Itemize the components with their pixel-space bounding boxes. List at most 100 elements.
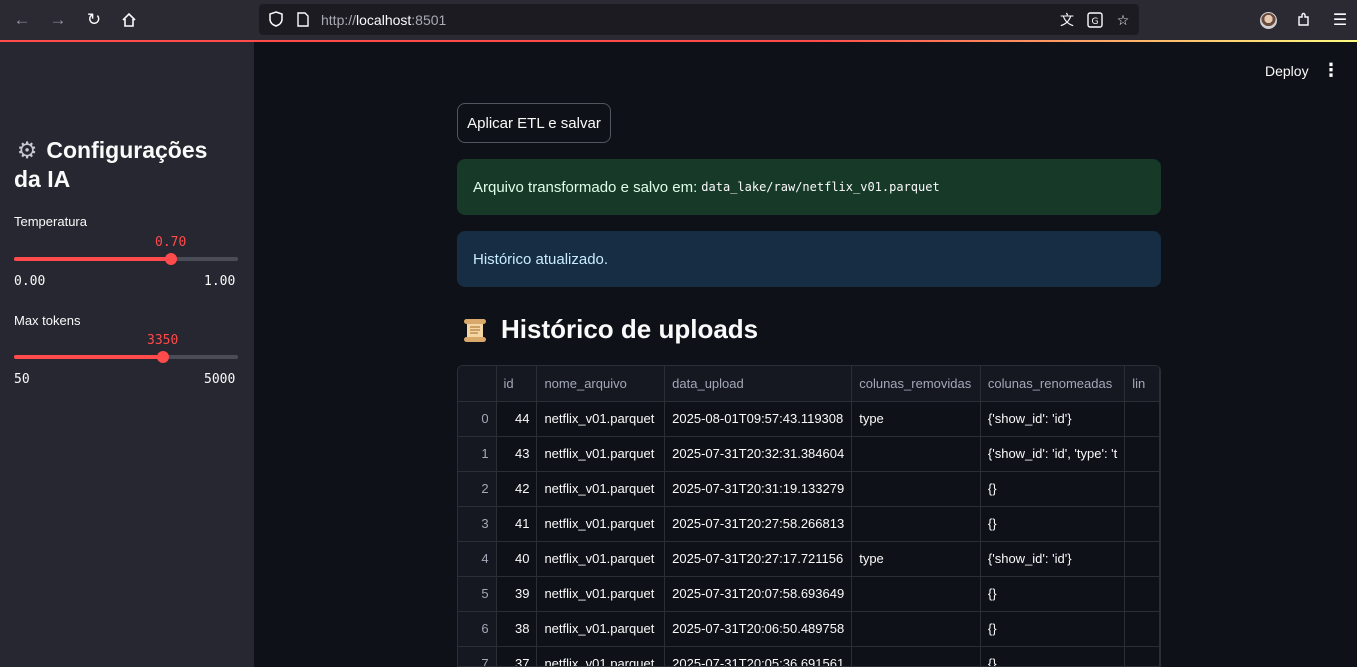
temperature-slider[interactable] [14,253,238,265]
info-alert: Histórico atualizado. [457,231,1161,287]
column-header[interactable] [458,366,497,402]
page-icon[interactable] [294,10,312,28]
table-cell[interactable]: 44 [496,401,538,437]
max-tokens-slider[interactable] [14,351,238,363]
translate-icon[interactable]: 文 [1057,10,1077,30]
bookmark-star-icon[interactable]: ☆ [1113,10,1133,30]
table-cell[interactable]: netflix_v01.parquet [536,471,666,507]
browser-toolbar: ← → ↻ http://localhost:8501 文 G ☆ ☰ [0,0,1357,40]
column-header[interactable]: id [496,366,538,402]
table-row[interactable]: 2 42 netflix_v01.parquet 2025-07-31T20:31:1… [458,471,1160,507]
gear-icon: ⚙ [16,137,38,163]
table-row[interactable]: 1 43 netflix_v01.parquet 2025-07-31T20:32:3… [458,436,1160,472]
table-row[interactable]: 0 44 netflix_v01.parquet 2025-08-01T09:57:4… [458,401,1160,437]
table-cell[interactable] [1124,436,1160,472]
table-cell[interactable]: netflix_v01.parquet [536,611,666,647]
table-cell[interactable]: {} [980,576,1126,612]
row-index-cell[interactable]: 4 [458,541,497,577]
table-cell[interactable]: 2025-07-31T20:27:17.721156 [664,541,853,577]
row-index-cell[interactable]: 5 [458,576,497,612]
more-options-icon[interactable]: ⋮ [1322,60,1340,80]
table-cell[interactable] [1124,506,1160,542]
temperature-slider-thumb[interactable] [164,253,177,265]
table-cell[interactable]: 2025-07-31T20:07:58.693649 [664,576,853,612]
page-translate-icon[interactable]: G [1085,10,1105,30]
table-cell[interactable]: 2025-07-31T20:31:19.133279 [664,471,853,507]
table-cell[interactable]: 2025-07-31T20:32:31.384604 [664,436,853,472]
table-cell[interactable]: {} [980,646,1126,666]
max-tokens-slider-thumb[interactable] [157,351,170,363]
table-cell[interactable] [851,436,981,472]
forward-arrow-icon[interactable]: → [45,7,71,33]
table-cell[interactable]: 43 [496,436,538,472]
success-path: data_lake/raw/netflix_v01.parquet [701,180,940,194]
table-cell[interactable]: type [851,401,981,437]
table-cell[interactable] [851,471,981,507]
table-cell[interactable]: 38 [496,611,538,647]
deploy-button[interactable]: Deploy [1265,63,1309,79]
success-text: Arquivo transformado e salvo em: [473,178,698,196]
row-index-cell[interactable]: 2 [458,471,497,507]
table-cell[interactable] [851,576,981,612]
home-icon[interactable] [116,7,142,33]
row-index-cell[interactable]: 1 [458,436,497,472]
column-header[interactable]: nome_arquivo [536,366,666,402]
row-index-cell[interactable]: 0 [458,401,497,437]
table-row[interactable]: 6 38 netflix_v01.parquet 2025-07-31T20:06:5… [458,611,1160,647]
max-tokens-value: 3350 [147,333,179,348]
menu-hamburger-icon[interactable]: ☰ [1328,8,1352,32]
table-cell[interactable]: 2025-07-31T20:27:58.266813 [664,506,853,542]
table-cell[interactable]: 2025-07-31T20:06:50.489758 [664,611,853,647]
table-cell[interactable]: {} [980,506,1126,542]
url-text[interactable]: http://localhost:8501 [321,12,446,28]
max-tokens-slider-fill [14,355,164,359]
table-cell[interactable]: 2025-08-01T09:57:43.119308 [664,401,853,437]
table-cell[interactable] [851,506,981,542]
account-avatar-icon[interactable] [1256,8,1280,32]
back-arrow-icon[interactable]: ← [9,7,35,33]
table-cell[interactable]: netflix_v01.parquet [536,646,666,666]
row-index-cell[interactable]: 7 [458,646,497,666]
table-cell[interactable]: netflix_v01.parquet [536,541,666,577]
shield-icon[interactable] [267,10,285,28]
table-cell[interactable] [1124,471,1160,507]
extensions-icon[interactable] [1292,8,1316,32]
reload-icon[interactable]: ↻ [81,7,107,33]
table-cell[interactable]: {'show_id': 'id'} [980,401,1126,437]
table-cell[interactable] [1124,611,1160,647]
table-cell[interactable]: netflix_v01.parquet [536,401,666,437]
table-cell[interactable]: netflix_v01.parquet [536,506,666,542]
table-row[interactable]: 4 40 netflix_v01.parquet 2025-07-31T20:27:1… [458,541,1160,577]
column-header[interactable]: colunas_removidas [851,366,981,402]
table-cell[interactable]: 40 [496,541,538,577]
row-index-cell[interactable]: 3 [458,506,497,542]
table-cell[interactable]: netflix_v01.parquet [536,436,666,472]
table-cell[interactable]: 37 [496,646,538,666]
row-index-cell[interactable]: 6 [458,611,497,647]
column-header[interactable]: lin [1124,366,1160,402]
table-cell[interactable]: {'show_id': 'id'} [980,541,1126,577]
column-header[interactable]: data_upload [664,366,853,402]
table-cell[interactable] [851,611,981,647]
table-cell[interactable] [851,646,981,666]
table-cell[interactable] [1124,576,1160,612]
table-cell[interactable]: 42 [496,471,538,507]
table-cell[interactable]: 2025-07-31T20:05:36.691561 [664,646,853,666]
history-table[interactable]: id nome_arquivo data_upload colunas_removid… [457,365,1161,667]
address-bar[interactable]: http://localhost:8501 文 G ☆ [259,4,1139,35]
table-row[interactable]: 3 41 netflix_v01.parquet 2025-07-31T20:27:5… [458,506,1160,542]
apply-etl-button[interactable]: Aplicar ETL e salvar [457,103,611,143]
table-cell[interactable]: type [851,541,981,577]
table-cell[interactable]: {} [980,471,1126,507]
table-cell[interactable]: {'show_id': 'id', 'type': 't [980,436,1126,472]
column-header[interactable]: colunas_renomeadas [980,366,1126,402]
table-row[interactable]: 5 39 netflix_v01.parquet 2025-07-31T20:07:5… [458,576,1160,612]
table-cell[interactable]: {} [980,611,1126,647]
table-cell[interactable]: netflix_v01.parquet [536,576,666,612]
table-cell[interactable]: 41 [496,506,538,542]
table-row[interactable]: 7 37 netflix_v01.parquet 2025-07-31T20:05:3… [458,646,1160,666]
table-cell[interactable] [1124,646,1160,666]
table-cell[interactable] [1124,541,1160,577]
table-cell[interactable] [1124,401,1160,437]
table-cell[interactable]: 39 [496,576,538,612]
